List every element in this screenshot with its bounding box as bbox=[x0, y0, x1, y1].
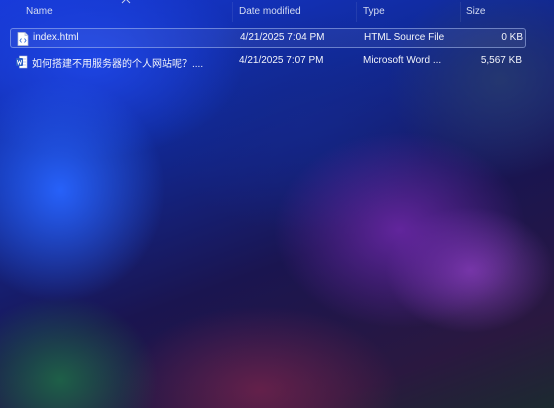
file-size: 0 KB bbox=[501, 32, 523, 43]
word-document-icon bbox=[16, 55, 28, 69]
chevron-up-icon[interactable] bbox=[121, 0, 131, 5]
file-date-modified: 4/21/2025 7:04 PM bbox=[240, 32, 325, 43]
column-header-date-modified[interactable]: Date modified bbox=[239, 6, 301, 17]
column-divider[interactable] bbox=[356, 2, 357, 22]
file-name: index.html bbox=[33, 32, 79, 43]
file-name: 如何搭建不用服务器的个人网站呢？.... bbox=[32, 59, 204, 70]
file-explorer-window: Name Date modified Type Size index.html … bbox=[0, 0, 554, 408]
file-size: 5,567 KB bbox=[480, 55, 522, 66]
column-header-type[interactable]: Type bbox=[363, 6, 385, 17]
column-header-row: Name Date modified Type Size bbox=[0, 0, 554, 26]
file-type: Microsoft Word ... bbox=[363, 55, 442, 66]
file-type: HTML Source File bbox=[364, 32, 445, 43]
file-date-modified: 4/21/2025 7:07 PM bbox=[239, 55, 324, 66]
column-divider[interactable] bbox=[460, 2, 461, 22]
column-divider[interactable] bbox=[232, 2, 233, 22]
column-header-size[interactable]: Size bbox=[466, 6, 485, 17]
html-file-icon bbox=[17, 32, 29, 46]
column-header-name[interactable]: Name bbox=[26, 6, 53, 17]
file-row-index-html[interactable]: index.html 4/21/2025 7:04 PM HTML Source… bbox=[10, 28, 526, 48]
file-row-word-document[interactable]: 如何搭建不用服务器的个人网站呢？.... 4/21/2025 7:07 PM M… bbox=[10, 52, 526, 72]
